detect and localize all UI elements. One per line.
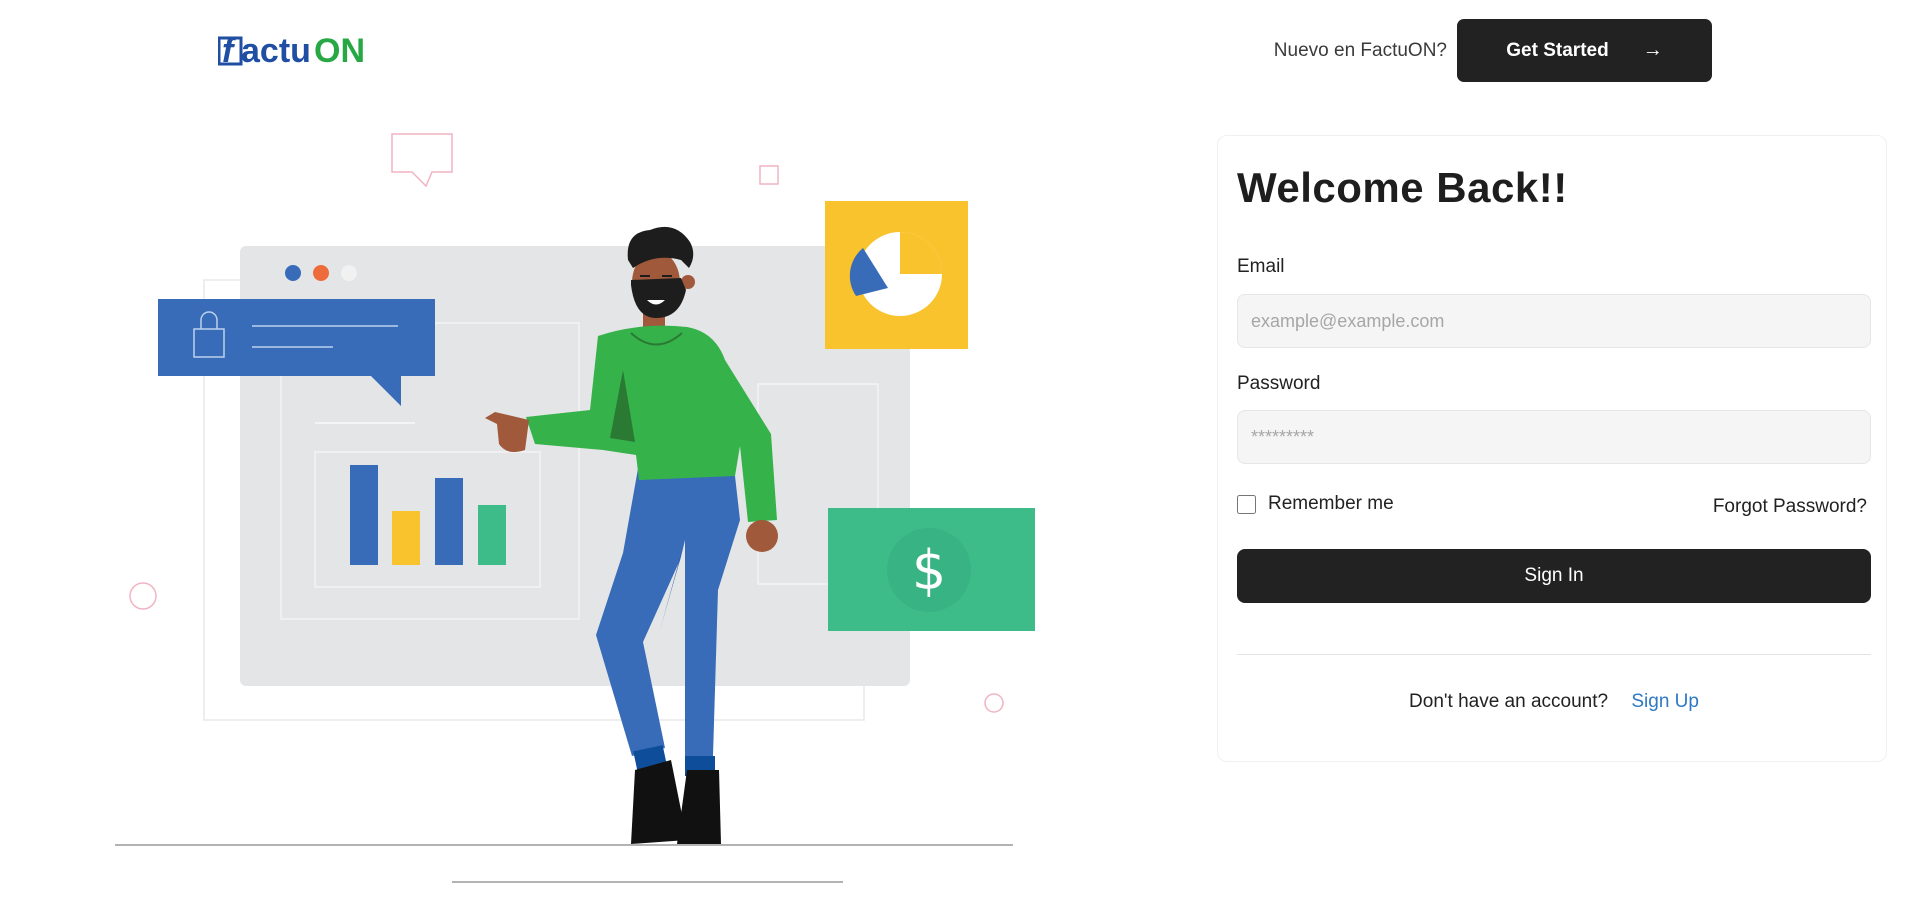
logo-suffix: ON — [314, 32, 365, 70]
deco-square — [759, 165, 779, 185]
login-card: Welcome Back!! Email Password Remember m… — [1217, 135, 1887, 762]
logo-word: actu — [241, 32, 311, 70]
window-dot-light — [341, 265, 357, 281]
sign-up-link[interactable]: Sign Up — [1631, 691, 1699, 712]
factuon-logo: f actu ON — [218, 32, 365, 70]
window-dot-blue — [285, 265, 301, 281]
arrow-right-icon: → — [1642, 39, 1663, 61]
header-actions: Nuevo en FactuON? Get Started → — [1274, 19, 1712, 82]
hero-illustration: $ — [115, 120, 1055, 900]
get-started-button[interactable]: Get Started → — [1457, 19, 1712, 82]
remember-me-label: Remember me — [1268, 493, 1394, 514]
remember-me-checkbox[interactable] — [1237, 494, 1256, 514]
speech-bubble-outline-icon — [391, 133, 453, 188]
signup-prompt: Don't have an account? — [1409, 691, 1609, 712]
window-dot-orange — [313, 265, 329, 281]
sign-in-button[interactable]: Sign In — [1237, 549, 1871, 603]
dollar-icon: $ — [912, 539, 946, 602]
password-label: Password — [1237, 373, 1321, 394]
mini-bar — [392, 511, 420, 565]
get-started-label: Get Started — [1506, 39, 1609, 61]
hero-illustration-svg: $ — [115, 133, 1035, 883]
email-input[interactable] — [1237, 294, 1871, 348]
signup-row: Don't have an account? Sign Up — [1237, 691, 1871, 713]
password-input[interactable] — [1237, 410, 1871, 464]
login-title: Welcome Back!! — [1237, 164, 1568, 211]
deco-circle-small — [984, 693, 1004, 713]
deco-circle — [129, 582, 157, 610]
brand-logo[interactable]: f actu ON — [218, 26, 368, 70]
mini-bar — [478, 505, 506, 565]
forgot-password-link[interactable]: Forgot Password? — [1713, 496, 1867, 518]
mini-bar — [435, 478, 463, 565]
mini-bar — [350, 465, 378, 565]
email-label: Email — [1237, 256, 1285, 277]
remember-me-control[interactable]: Remember me — [1237, 493, 1394, 515]
new-user-prompt: Nuevo en FactuON? — [1273, 39, 1447, 61]
divider — [1237, 654, 1871, 655]
